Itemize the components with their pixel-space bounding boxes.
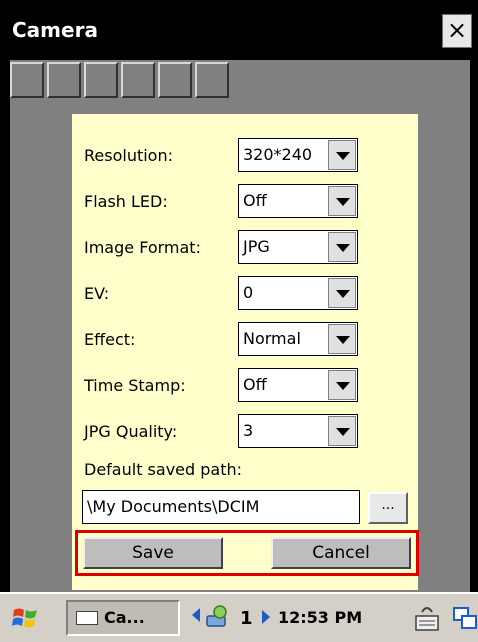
resolution-value: 320*240: [243, 145, 313, 164]
image-format-value: JPG: [243, 237, 270, 256]
clock[interactable]: 12:53 PM: [278, 608, 362, 627]
time-stamp-value: Off: [243, 375, 267, 394]
action-buttons-highlight: Save Cancel: [75, 530, 419, 576]
dropdown-arrow-icon[interactable]: [328, 278, 356, 308]
flash-led-value: Off: [243, 191, 267, 210]
save-button[interactable]: Save: [83, 537, 223, 569]
image-format-dropdown[interactable]: JPG: [238, 230, 358, 264]
ev-label: EV:: [84, 284, 110, 303]
flash-led-label: Flash LED:: [84, 192, 168, 211]
dropdown-arrow-icon[interactable]: [328, 370, 356, 400]
toolbar-button-1[interactable]: [10, 62, 44, 98]
toolbar-button-4[interactable]: [121, 62, 155, 98]
default-path-label: Default saved path:: [84, 460, 243, 479]
dropdown-arrow-icon[interactable]: [328, 232, 356, 262]
window-icon: [76, 611, 98, 625]
toolbar-button-2[interactable]: [47, 62, 81, 98]
toolbar-button-3[interactable]: [84, 62, 118, 98]
settings-panel: Resolution: 320*240 Flash LED: Off Image…: [72, 114, 419, 590]
client-area: Resolution: 320*240 Flash LED: Off Image…: [10, 60, 470, 592]
start-windows-flag-icon[interactable]: [10, 602, 42, 634]
resolution-dropdown[interactable]: 320*240: [238, 138, 358, 172]
taskbar-camera-task[interactable]: Ca...: [66, 600, 180, 636]
time-stamp-label: Time Stamp:: [84, 376, 186, 395]
page-number: 1: [240, 608, 253, 629]
jpg-quality-dropdown[interactable]: 3: [238, 414, 358, 448]
tray-left-arrow-icon[interactable]: [192, 608, 200, 622]
effect-label: Effect:: [84, 330, 136, 349]
flash-led-dropdown[interactable]: Off: [238, 184, 358, 218]
dropdown-arrow-icon[interactable]: [328, 416, 356, 446]
dropdown-arrow-icon[interactable]: [328, 324, 356, 354]
window-title: Camera: [12, 18, 98, 42]
saved-path-value: \My Documents\DCIM: [87, 497, 260, 516]
time-stamp-dropdown[interactable]: Off: [238, 368, 358, 402]
browse-button[interactable]: ...: [368, 492, 408, 524]
window-switch-icon[interactable]: [452, 602, 478, 634]
effect-dropdown[interactable]: Normal: [238, 322, 358, 356]
toolbar-button-5[interactable]: [158, 62, 192, 98]
resolution-label: Resolution:: [84, 146, 173, 165]
image-format-label: Image Format:: [84, 238, 201, 257]
title-bar: Camera ×: [0, 0, 478, 60]
toolbar-button-6[interactable]: [195, 62, 229, 98]
toolbar: [10, 60, 470, 102]
close-button[interactable]: ×: [442, 14, 472, 48]
jpg-quality-value: 3: [243, 421, 254, 440]
dropdown-arrow-icon[interactable]: [328, 140, 356, 170]
effect-value: Normal: [243, 329, 301, 348]
jpg-quality-label: JPG Quality:: [84, 422, 178, 441]
keyboard-icon[interactable]: [414, 602, 440, 634]
ev-value: 0: [243, 283, 254, 302]
network-icon[interactable]: [204, 604, 230, 630]
cancel-button[interactable]: Cancel: [271, 537, 411, 569]
taskbar: Ca... 1 12:53 PM: [0, 592, 478, 642]
saved-path-input[interactable]: \My Documents\DCIM: [82, 490, 360, 524]
task-label: Ca...: [104, 608, 145, 627]
ev-dropdown[interactable]: 0: [238, 276, 358, 310]
tray-right-arrow-icon[interactable]: [262, 610, 270, 624]
dropdown-arrow-icon[interactable]: [328, 186, 356, 216]
